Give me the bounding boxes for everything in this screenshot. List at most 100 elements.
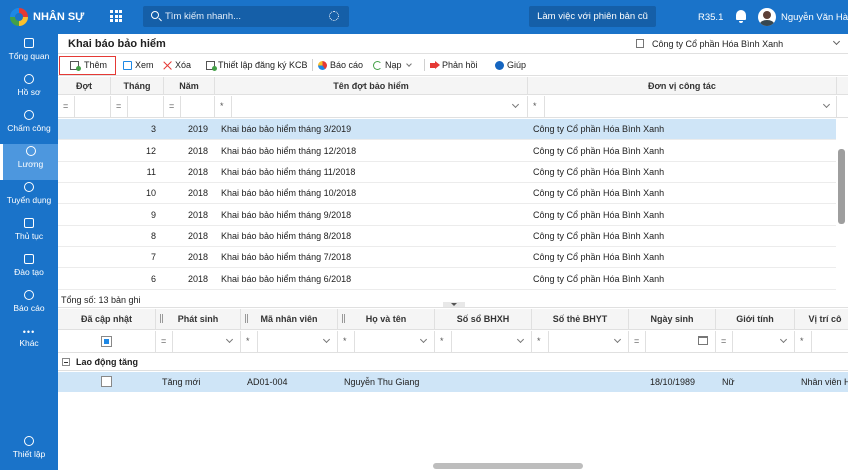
- filter-don-vi[interactable]: *: [528, 96, 837, 118]
- quick-search: [143, 6, 349, 27]
- report-icon: [24, 290, 34, 300]
- column-header-phat-sinh[interactable]: Phát sinh: [156, 309, 241, 329]
- column-header-ten-dot[interactable]: Tên đợt bảo hiểm: [215, 77, 528, 95]
- sidebar-item-label: Chấm công: [7, 123, 51, 133]
- table-row[interactable]: 11 2018 Khai báo bảo hiểm tháng 11/2018 …: [58, 162, 836, 183]
- sidebar-item-dao-tao[interactable]: Đào tạo: [0, 252, 58, 288]
- feedback-button[interactable]: Phản hồi: [428, 57, 478, 74]
- dollar-icon: [25, 146, 36, 156]
- report-button[interactable]: Báo cáo: [316, 57, 363, 74]
- column-header-da-cap-nhat[interactable]: Đã cập nhật: [58, 309, 156, 329]
- updated-checkbox[interactable]: [101, 376, 112, 387]
- table-row[interactable]: 6 2018 Khai báo bảo hiểm tháng 6/2018 Cô…: [58, 269, 836, 290]
- sidebar-item-khac[interactable]: ••• Khác: [0, 326, 58, 362]
- filter-ten-dot[interactable]: *: [215, 96, 528, 118]
- table-row[interactable]: Tăng mới AD01-004 Nguyễn Thu Giang 18/10…: [58, 372, 848, 392]
- collapse-icon[interactable]: [62, 358, 70, 366]
- delete-button[interactable]: Xóa: [161, 57, 191, 74]
- column-header-so-bhyt[interactable]: Số thẻ BHYT: [532, 309, 629, 329]
- filter-ma-nhan-vien[interactable]: *: [241, 331, 338, 352]
- load-label: Nạp: [385, 60, 402, 70]
- sidebar-item-thu-tuc[interactable]: Thủ tục: [0, 216, 58, 252]
- column-header-ho-ten[interactable]: Họ và tên: [338, 309, 435, 329]
- load-button[interactable]: Nạp: [371, 57, 412, 74]
- column-header-vi-tri[interactable]: Vị trí cô: [795, 309, 848, 329]
- employee-detail-table: Đã cập nhật Phát sinh Mã nhân viên Họ và…: [58, 309, 848, 470]
- column-header-nam[interactable]: Năm: [164, 77, 215, 95]
- table-row[interactable]: 8 2018 Khai báo bảo hiểm tháng 8/2018 Cô…: [58, 226, 836, 247]
- toolbar-divider: [312, 59, 313, 71]
- chevron-down-icon: [832, 37, 841, 46]
- splitter-handle[interactable]: [443, 302, 465, 307]
- sidebar-item-ho-so[interactable]: Hồ sơ: [0, 72, 58, 108]
- search-settings-icon[interactable]: [329, 11, 339, 21]
- dropdown-icon: [822, 100, 831, 109]
- table-row[interactable]: 9 2018 Khai báo bảo hiểm tháng 9/2018 Cô…: [58, 205, 836, 226]
- company-selector[interactable]: Công ty Cổ phần Hóa Bình Xanh: [636, 37, 841, 51]
- add-button[interactable]: Thêm: [58, 56, 117, 75]
- sidebar-item-tong-quan[interactable]: Tổng quan: [0, 36, 58, 72]
- report-label: Báo cáo: [330, 60, 364, 70]
- sidebar-item-luong[interactable]: Lương: [0, 144, 58, 180]
- table-row[interactable]: 7 2018 Khai báo bảo hiểm tháng 7/2018 Cô…: [58, 247, 836, 268]
- view-button[interactable]: Xem: [121, 57, 154, 74]
- user-name[interactable]: Nguyễn Văn Hà: [781, 12, 848, 23]
- avatar[interactable]: [758, 8, 776, 26]
- table-row[interactable]: 12 2018 Khai báo bảo hiểm tháng 12/2018 …: [58, 141, 836, 162]
- old-version-button[interactable]: Làm việc với phiên bản cũ: [529, 6, 656, 27]
- scrollbar-thumb[interactable]: [838, 149, 845, 224]
- vertical-scrollbar[interactable]: [837, 119, 846, 289]
- search-input[interactable]: [165, 9, 315, 24]
- sidebar-item-bao-cao[interactable]: Báo cáo: [0, 288, 58, 324]
- column-header-thang[interactable]: Tháng: [111, 77, 164, 95]
- app-logo-icon[interactable]: [10, 8, 28, 26]
- filter-dot[interactable]: =: [58, 96, 111, 118]
- filter-so-bhxh[interactable]: *: [435, 331, 532, 352]
- building-icon: [636, 39, 644, 48]
- filter-da-cap-nhat[interactable]: [58, 331, 156, 352]
- column-header-don-vi[interactable]: Đơn vị công tác: [528, 77, 837, 95]
- column-header-ma-nhan-vien[interactable]: Mã nhân viên: [241, 309, 338, 329]
- pie-chart-icon: [318, 61, 327, 70]
- help-button[interactable]: Giúp: [493, 57, 526, 74]
- bell-icon[interactable]: [736, 10, 746, 23]
- setup-kcb-button[interactable]: Thiết lập đăng ký KCB: [204, 57, 308, 74]
- filter-ngay-sinh[interactable]: =: [629, 331, 716, 352]
- sidebar-item-label: Hồ sơ: [17, 87, 41, 97]
- calendar-icon[interactable]: [698, 336, 708, 345]
- filter-checkbox[interactable]: [101, 336, 112, 347]
- dropdown-icon: [322, 335, 331, 344]
- filter-thang[interactable]: =: [111, 96, 164, 118]
- filter-row: = * * * * = = *: [58, 331, 848, 353]
- column-header-ngay-sinh[interactable]: Ngày sinh: [629, 309, 716, 329]
- caret-down-icon: [405, 61, 412, 67]
- column-header-so-bhxh[interactable]: Số sổ BHXH: [435, 309, 532, 329]
- table-row[interactable]: 3 2019 Khai báo bảo hiểm tháng 3/2019 Cô…: [58, 119, 836, 140]
- filter-so-bhyt[interactable]: *: [532, 331, 629, 352]
- toolbar-divider: [424, 59, 425, 71]
- dropdown-icon: [225, 335, 234, 344]
- column-header-gioi-tinh[interactable]: Giới tính: [716, 309, 795, 329]
- filter-nam[interactable]: =: [164, 96, 215, 118]
- filter-ho-ten[interactable]: *: [338, 331, 435, 352]
- total-records: Tổng số: 13 bản ghi: [61, 295, 141, 305]
- help-icon: [495, 61, 504, 70]
- app-brand[interactable]: NHÂN SỰ: [33, 11, 84, 23]
- main-content: Khai báo bảo hiểm Công ty Cổ phần Hóa Bì…: [58, 34, 848, 470]
- table-row[interactable]: 10 2018 Khai báo bảo hiểm tháng 10/2018 …: [58, 183, 836, 204]
- settings-icon: [24, 436, 34, 446]
- sidebar-item-label: Thủ tục: [14, 231, 44, 241]
- column-header-dot[interactable]: Đợt: [58, 77, 111, 95]
- apps-grid-icon[interactable]: [110, 10, 122, 22]
- sidebar-item-thiet-lap[interactable]: Thiết lập: [0, 434, 58, 470]
- horizontal-scrollbar[interactable]: [433, 463, 583, 469]
- sidebar-item-tuyen-dung[interactable]: Tuyển dụng: [0, 180, 58, 216]
- view-label: Xem: [135, 60, 154, 70]
- group-row[interactable]: Lao động tăng: [58, 354, 848, 371]
- feedback-label: Phản hồi: [442, 60, 478, 70]
- filter-gioi-tinh[interactable]: =: [716, 331, 795, 352]
- filter-phat-sinh[interactable]: =: [156, 331, 241, 352]
- search-icon: [151, 11, 159, 19]
- filter-vi-tri[interactable]: *: [795, 331, 848, 352]
- sidebar-item-cham-cong[interactable]: Chấm công: [0, 108, 58, 144]
